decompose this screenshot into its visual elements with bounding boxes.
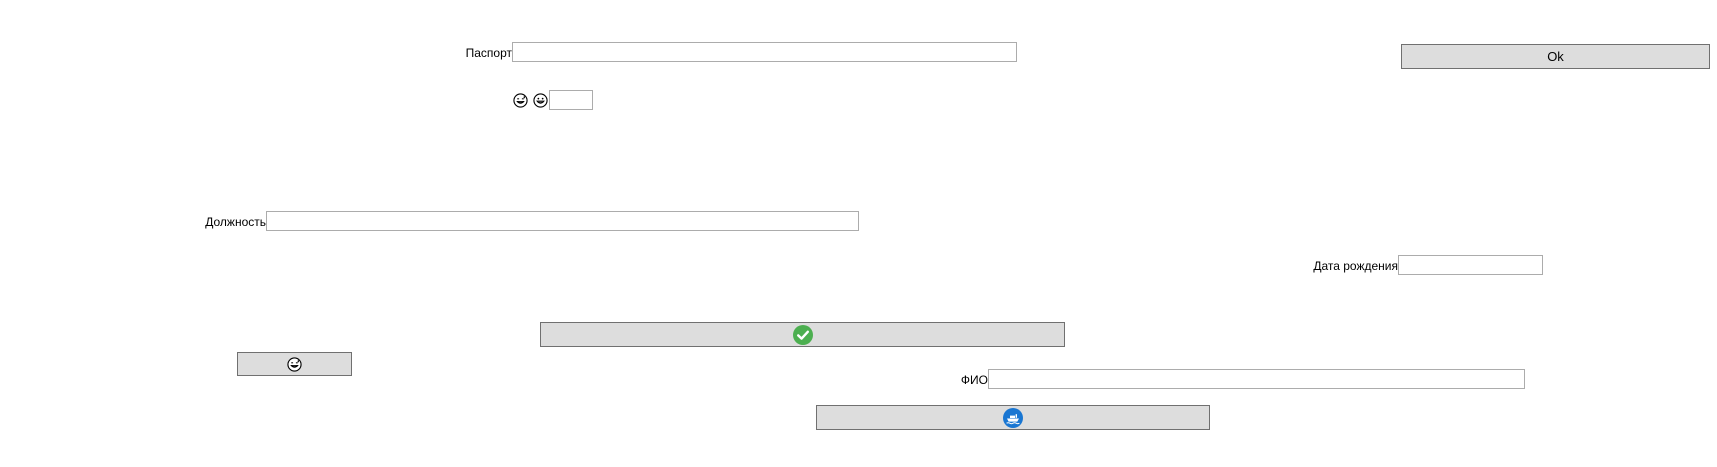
emoji-button[interactable] — [237, 352, 352, 376]
passport-input[interactable] — [512, 42, 1017, 62]
emoji-input[interactable] — [549, 90, 593, 110]
green-checkmark-icon — [792, 324, 813, 345]
passport-label: Паспорт — [465, 46, 512, 60]
ship-button[interactable] — [816, 405, 1210, 430]
grinning-sweat-face-icon — [512, 92, 528, 108]
birth-date-input[interactable] — [1398, 255, 1543, 275]
position-label: Должность — [205, 215, 266, 229]
position-input[interactable] — [266, 211, 859, 231]
ok-button[interactable]: Ok — [1401, 44, 1710, 69]
fio-input[interactable] — [988, 369, 1525, 389]
birth-date-label: Дата рождения — [1313, 259, 1398, 273]
confirm-button[interactable] — [540, 322, 1065, 347]
blue-ship-icon — [1003, 407, 1023, 428]
grinning-face-icon — [532, 92, 548, 108]
fio-label: ФИО — [960, 373, 988, 387]
grinning-sweat-face-icon — [287, 356, 302, 372]
ok-button-label: Ok — [1547, 49, 1564, 64]
